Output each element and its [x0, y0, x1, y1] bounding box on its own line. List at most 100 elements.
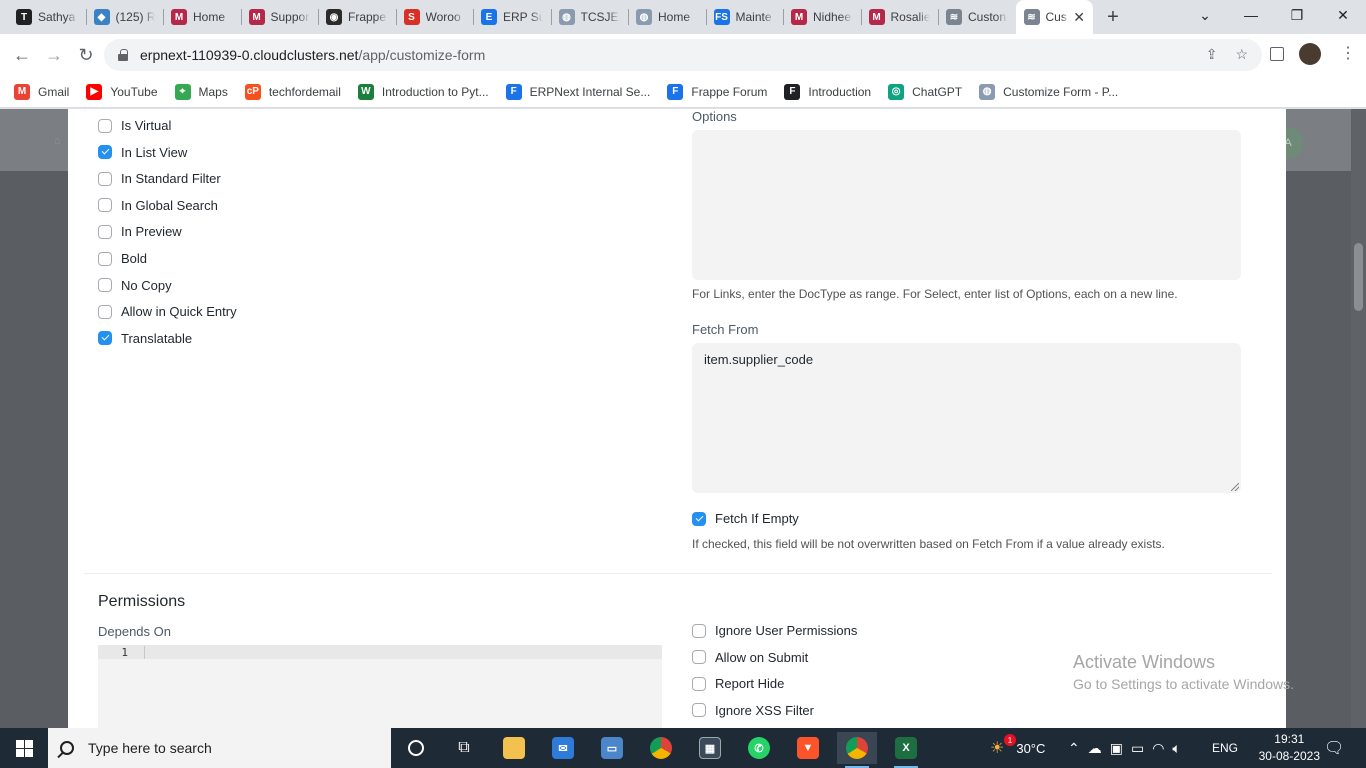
fetch-if-empty-checkbox[interactable] [692, 511, 706, 526]
browser-tab[interactable]: ≋ Cus ✕ [1015, 0, 1093, 34]
excel-icon[interactable]: X [886, 732, 926, 768]
tab-search-chevron-icon[interactable]: ⌄ [1182, 0, 1228, 30]
checkbox-row[interactable]: Is Virtual [98, 118, 171, 133]
reload-icon[interactable]: ↻ [70, 39, 102, 71]
whatsapp-icon[interactable]: ✆ [739, 732, 779, 764]
checkbox[interactable] [98, 278, 112, 293]
permission-checkbox-row[interactable]: Allow on Submit [692, 650, 808, 665]
wifi-icon[interactable]: ◠ [1152, 740, 1164, 757]
browser-tab[interactable]: M Home [163, 0, 241, 34]
start-button[interactable] [0, 728, 48, 768]
chrome-icon[interactable] [641, 732, 681, 764]
checkbox[interactable] [98, 304, 112, 319]
permission-checkbox-row[interactable]: Report Hide [692, 676, 784, 691]
checkbox-row[interactable]: In Standard Filter [98, 171, 221, 186]
task-view-icon[interactable]: ⧉ [444, 732, 484, 764]
brave-icon[interactable]: ▼ [788, 732, 828, 764]
battery-icon[interactable]: ▭ [1131, 740, 1144, 757]
checkbox-row[interactable]: Translatable [98, 331, 192, 346]
activate-windows-title: Activate Windows [1073, 652, 1216, 672]
browser-tab[interactable]: T Sathya [8, 0, 86, 34]
forward-arrow-icon[interactable]: → [38, 39, 70, 71]
back-arrow-icon[interactable]: ← [6, 39, 38, 71]
checkbox[interactable] [98, 118, 112, 133]
checkbox-row[interactable]: Bold [98, 251, 147, 266]
checkbox[interactable] [98, 198, 112, 213]
browser-tab[interactable]: S Woroo [395, 0, 474, 34]
bookmark-item[interactable]: F Introduction [784, 83, 871, 100]
fetch-if-empty-checkbox-row[interactable]: Fetch If Empty [692, 511, 799, 526]
permission-checkbox-row[interactable]: Ignore XSS Filter [692, 703, 814, 718]
resize-handle-icon[interactable] [1231, 483, 1239, 491]
checkbox[interactable] [98, 251, 112, 266]
bookmark-item[interactable]: W Introduction to Pyt... [357, 83, 489, 100]
browser-tab[interactable]: ◍ TCSJEA [550, 0, 629, 34]
permission-checkbox-row[interactable]: Ignore User Permissions [692, 623, 857, 638]
calculator-icon[interactable]: ▦ [690, 732, 730, 764]
bookmark-item[interactable]: F Frappe Forum [667, 83, 767, 100]
bookmark-item[interactable]: ⌖ Maps [174, 83, 228, 100]
checkbox[interactable] [692, 623, 706, 638]
checkbox-row[interactable]: In Preview [98, 224, 182, 239]
taskbar-clock[interactable]: 19:31 30-08-2023 [1259, 731, 1320, 765]
checkbox-label: No Copy [121, 277, 172, 293]
bookmark-star-icon[interactable]: ☆ [1235, 46, 1248, 63]
browser-tab[interactable]: E ERP Su [473, 0, 551, 34]
remote-desktop-icon[interactable]: ▭ [592, 732, 632, 764]
checkbox[interactable] [98, 171, 112, 186]
browser-tab[interactable]: ◍ Home [628, 0, 706, 34]
fetch-from-textarea[interactable]: item.supplier_code [692, 343, 1241, 493]
mail-icon[interactable]: ✉ [543, 732, 583, 764]
checkbox[interactable] [98, 145, 112, 160]
browser-tab[interactable]: ≋ Custon [938, 0, 1016, 34]
depends-on-code-editor[interactable]: 1 [98, 645, 662, 728]
profile-avatar[interactable] [1299, 43, 1321, 65]
browser-tab[interactable]: FS Mainte [705, 0, 784, 34]
volume-icon[interactable]: 🔈︎ [1172, 740, 1180, 757]
checkbox[interactable] [98, 331, 112, 346]
bookmark-item[interactable]: M Gmail [14, 83, 70, 100]
meet-now-icon[interactable]: ▣ [1110, 740, 1123, 757]
file-explorer-icon[interactable] [494, 732, 534, 764]
checkbox[interactable] [692, 676, 706, 691]
bookmark-label: Gmail [38, 84, 70, 99]
chrome-active-icon[interactable] [837, 732, 877, 768]
checkbox[interactable] [98, 224, 112, 239]
language-indicator[interactable]: ENG [1212, 728, 1238, 768]
new-tab-button[interactable]: + [1093, 0, 1133, 34]
address-bar[interactable]: erpnext-110939-0.cloudclusters.net/app/c… [104, 39, 1262, 71]
scrollbar-thumb[interactable] [1354, 243, 1363, 311]
weather-widget[interactable]: ☀ 1 30°C [990, 728, 1045, 768]
checkbox-row[interactable]: In Global Search [98, 198, 218, 213]
browser-tab[interactable]: ◉ Frappe [318, 0, 396, 34]
minimize-icon[interactable]: — [1228, 0, 1274, 30]
bookmark-item[interactable]: ◎ ChatGPT [888, 83, 962, 100]
onedrive-icon[interactable]: ☁ [1088, 740, 1102, 757]
tab-close-icon[interactable]: ✕ [1073, 9, 1085, 26]
taskbar-search-input[interactable]: Type here to search [48, 728, 391, 768]
bookmark-item[interactable]: ◍ Customize Form - P... [979, 83, 1118, 100]
notification-center-icon[interactable]: 🗨︎ [1324, 728, 1344, 768]
side-panel-icon[interactable] [1270, 47, 1284, 61]
bookmark-item[interactable]: cP techfordemail [244, 83, 341, 100]
browser-tab[interactable]: M Rosalie [860, 0, 939, 34]
restore-icon[interactable]: ❐ [1274, 0, 1320, 30]
checkbox[interactable] [692, 703, 706, 718]
cortana-icon[interactable] [396, 732, 436, 764]
browser-tab[interactable]: M Suppor [240, 0, 319, 34]
share-icon[interactable]: ⇪ [1206, 46, 1218, 63]
bookmark-item[interactable]: ▶ YouTube [86, 83, 158, 100]
options-textarea[interactable] [692, 130, 1241, 280]
checkbox-row[interactable]: In List View [98, 145, 187, 160]
browser-tab[interactable]: ◆ (125) R [85, 0, 164, 34]
page-scrollbar[interactable] [1351, 109, 1366, 728]
browser-tab[interactable]: M Nidhee [783, 0, 861, 34]
menu-kebab-icon[interactable]: ⋮ [1340, 43, 1356, 63]
bookmark-label: ERPNext Internal Se... [529, 84, 651, 99]
bookmark-item[interactable]: F ERPNext Internal Se... [505, 83, 651, 100]
checkbox-row[interactable]: Allow in Quick Entry [98, 304, 237, 319]
checkbox-row[interactable]: No Copy [98, 278, 172, 293]
checkbox[interactable] [692, 650, 706, 665]
close-window-icon[interactable]: ✕ [1320, 0, 1366, 30]
chevron-up-icon[interactable]: ⌃ [1068, 740, 1080, 757]
